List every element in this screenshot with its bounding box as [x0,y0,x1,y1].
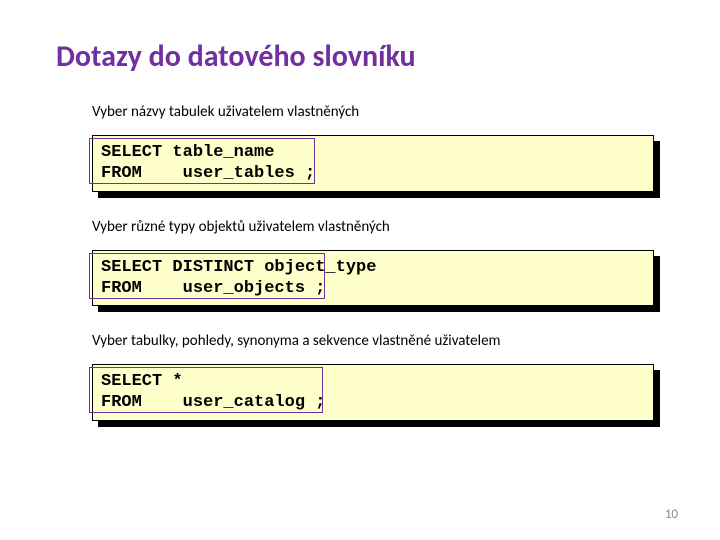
page-number: 10 [665,507,678,522]
code-block-2: SELECT DISTINCT object_type FROM user_ob… [92,250,654,307]
code-block-1: SELECT table_name FROM user_tables ; [92,135,654,192]
description-2: Vyber různé typy objektů uživatelem vlas… [92,218,664,236]
description-1: Vyber názvy tabulek uživatelem vlastněný… [92,103,664,121]
page-title: Dotazy do datového slovníku [56,38,664,75]
code-block-3: SELECT * FROM user_catalog ; [92,364,654,421]
code-box: SELECT DISTINCT object_type FROM user_ob… [92,250,654,307]
description-3: Vyber tabulky, pohledy, synonyma a sekve… [92,332,664,350]
code-box: SELECT table_name FROM user_tables ; [92,135,654,192]
slide: Dotazy do datového slovníku Vyber názvy … [0,0,720,540]
code-box: SELECT * FROM user_catalog ; [92,364,654,421]
